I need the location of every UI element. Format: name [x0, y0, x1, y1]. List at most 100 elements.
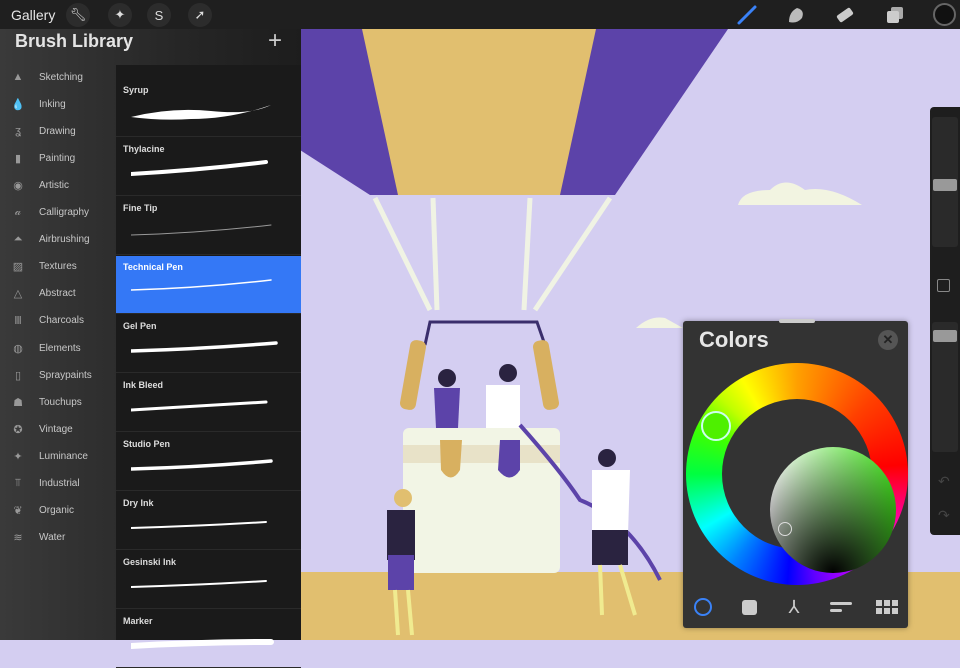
industrial-icon: ⫪	[14, 477, 22, 489]
spraypaints-icon: ▯	[14, 369, 22, 382]
category-label: Calligraphy	[39, 207, 90, 218]
category-label: Spraypaints	[39, 369, 92, 381]
category-airbrushing[interactable]: ⏶ Airbrushing	[0, 228, 115, 252]
close-button[interactable]: ✕	[878, 330, 898, 350]
category-elements[interactable]: ◍ Elements	[0, 336, 115, 360]
brush-stroke-preview	[131, 341, 278, 353]
brush-item[interactable]: Fine Tip	[116, 197, 301, 255]
category-label: Inking	[39, 98, 66, 110]
add-brush-button[interactable]: +	[268, 27, 282, 55]
category-label: Luminance	[39, 450, 88, 462]
category-abstract[interactable]: △ Abstract	[0, 282, 115, 306]
vintage-icon: ✪	[13, 423, 23, 436]
saturation-brightness-disc[interactable]	[770, 447, 896, 573]
panel-title: Brush Library	[15, 31, 134, 51]
brush-stroke-preview	[131, 224, 272, 236]
slider-thumb[interactable]	[933, 330, 957, 342]
category-textures[interactable]: ▨ Textures	[0, 255, 115, 279]
category-luminance[interactable]: ✦ Luminance	[0, 444, 115, 468]
category-painting[interactable]: ▮ Painting	[0, 146, 115, 170]
classic-mode-tab[interactable]	[738, 596, 760, 618]
brush-list[interactable]: Syrup Thylacine Fine Tip Technical Pen Gel P…	[116, 65, 301, 668]
brush-name: Fine Tip	[123, 203, 158, 213]
gallery-button[interactable]: Gallery	[11, 7, 55, 23]
magic-wand-icon[interactable]: ✦	[108, 3, 132, 27]
panel-grabber[interactable]	[779, 319, 815, 323]
modify-button[interactable]	[937, 279, 950, 292]
category-label: Vintage	[39, 423, 73, 435]
color-swatch[interactable]	[933, 3, 956, 26]
disc-mode-tab[interactable]	[692, 596, 714, 618]
brush-size-slider[interactable]	[932, 117, 958, 247]
category-label: Industrial	[39, 478, 80, 489]
category-sketching[interactable]: ▲ Sketching	[0, 65, 115, 89]
category-label: Charcoals	[39, 315, 85, 327]
sketching-icon: ▲	[12, 71, 24, 83]
category-label: Airbrushing	[39, 234, 90, 246]
category-label: Sketching	[39, 71, 83, 83]
category-spraypaints[interactable]: ▯ Spraypaints	[0, 363, 115, 387]
smudge-icon[interactable]	[785, 4, 807, 26]
water-icon: ≋	[13, 532, 23, 545]
color-picker[interactable]	[778, 522, 792, 536]
transform-arrow-icon[interactable]: ➚	[188, 3, 212, 27]
brush-item[interactable]: Thylacine	[116, 138, 301, 196]
brush-item[interactable]: Ink Bleed	[116, 374, 301, 432]
category-label: Drawing	[39, 125, 76, 137]
brush-item[interactable]: Gel Pen	[116, 315, 301, 373]
brush-name: Technical Pen	[123, 262, 183, 272]
category-artistic[interactable]: ◉ Artistic	[0, 173, 115, 197]
category-vintage[interactable]: ✪ Vintage	[0, 417, 115, 441]
brush-item[interactable]: Gesinski Ink	[116, 551, 301, 609]
palettes-mode-tab[interactable]	[876, 596, 898, 618]
brush-name: Thylacine	[123, 144, 165, 154]
category-industrial[interactable]: ⫪ Industrial	[0, 472, 115, 496]
selection-icon[interactable]: S	[147, 3, 171, 27]
brush-item[interactable]: Studio Pen	[116, 433, 301, 491]
category-label: Textures	[39, 261, 77, 273]
redo-icon[interactable]: ↷	[938, 507, 950, 524]
elements-icon: ◍	[13, 342, 23, 355]
brush-library-panel: Brush Library + ▲ Sketching 💧 Inking ʓ Drawin…	[0, 27, 301, 668]
category-calligraphy[interactable]: 𝒶 Calligraphy	[0, 201, 115, 225]
textures-icon: ▨	[12, 261, 24, 274]
category-inking[interactable]: 💧 Inking	[0, 92, 115, 116]
category-label: Touchups	[39, 396, 82, 408]
brush-stroke-preview	[131, 580, 267, 588]
brush-stroke-preview	[131, 160, 268, 176]
brush-name: Gesinski Ink	[123, 557, 177, 567]
drawing-icon: ʓ	[15, 125, 21, 138]
value-mode-tab[interactable]	[830, 596, 852, 618]
layers-icon[interactable]	[884, 4, 906, 26]
brush-item[interactable]: Syrup	[116, 79, 301, 137]
colors-panel: Colors ✕ ⅄	[683, 319, 908, 628]
hue-picker[interactable]	[701, 411, 731, 441]
brush-name: Ink Bleed	[123, 380, 164, 390]
wrench-icon[interactable]: 🔧︎	[66, 3, 90, 27]
category-touchups[interactable]: ☗ Touchups	[0, 390, 115, 414]
organic-icon: ❦	[13, 505, 23, 518]
undo-icon[interactable]: ↶	[938, 473, 950, 490]
brush-item[interactable]: Technical Pen	[116, 256, 301, 314]
harmony-mode-tab[interactable]: ⅄	[783, 596, 805, 618]
sidebar-sliders: ↶ ↷	[930, 107, 960, 535]
top-toolbar: Gallery 🔧︎ ✦ S ➚	[0, 0, 960, 29]
charcoals-icon: Ⅲ	[14, 315, 22, 328]
artistic-icon: ◉	[13, 179, 23, 192]
category-water[interactable]: ≋ Water	[0, 526, 115, 550]
category-organic[interactable]: ❦ Organic	[0, 499, 115, 523]
category-label: Water	[39, 532, 66, 544]
eraser-icon[interactable]	[833, 4, 855, 26]
brush-stroke-preview	[131, 459, 273, 471]
inking-icon: 💧	[11, 98, 25, 111]
abstract-icon: △	[13, 288, 23, 301]
brush-icon[interactable]	[736, 4, 758, 26]
slider-thumb[interactable]	[933, 179, 957, 191]
brush-stroke-preview	[131, 521, 267, 529]
category-drawing[interactable]: ʓ Drawing	[0, 119, 115, 143]
brush-item[interactable]: Marker	[116, 610, 301, 668]
brush-item[interactable]: Dry Ink	[116, 492, 301, 550]
hue-ring[interactable]	[686, 363, 908, 585]
opacity-slider[interactable]	[932, 322, 958, 452]
category-charcoals[interactable]: Ⅲ Charcoals	[0, 309, 115, 333]
